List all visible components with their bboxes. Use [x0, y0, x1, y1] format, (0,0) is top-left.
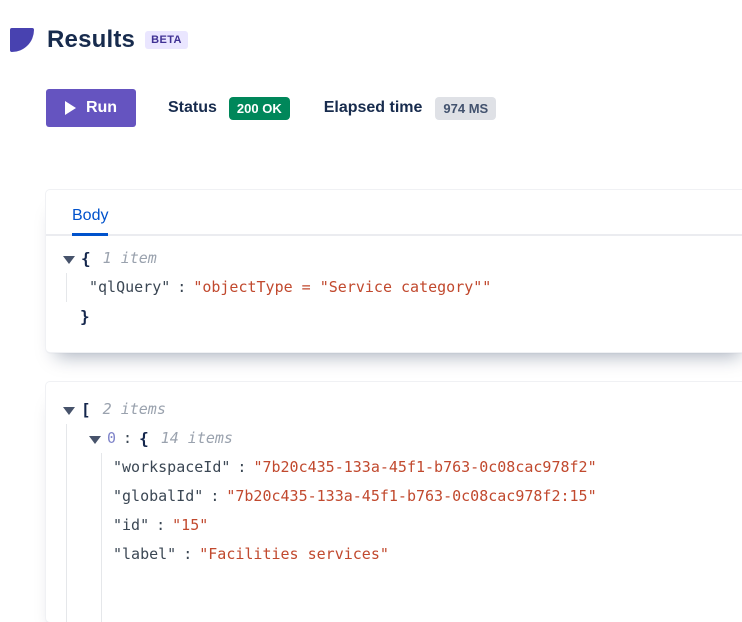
tab-body[interactable]: Body	[72, 207, 108, 236]
array-index: 0	[107, 424, 116, 453]
json-row: "workspaceId" : "7b20c435-133a-45f1-b763…	[46, 453, 742, 482]
json-key: "qlQuery"	[89, 273, 170, 302]
item-count: 14 items	[161, 424, 233, 453]
json-key: "label"	[113, 540, 176, 569]
page-title: Results	[47, 26, 135, 54]
json-colon: :	[210, 482, 219, 511]
json-colon: :	[123, 424, 132, 453]
tab-bar: Body	[46, 190, 742, 236]
response-data-card: [ 2 items 0 : { 14 items "workspaceId" :…	[46, 382, 742, 622]
json-root-line: [ 2 items	[46, 395, 742, 424]
indent-guide	[66, 273, 67, 302]
json-value: "7b20c435-133a-45f1-b763-0c08cac978f2:15…	[226, 482, 596, 511]
item-count: 2 items	[103, 395, 166, 424]
elapsed-time-label: Elapsed time	[324, 99, 423, 117]
json-value: "7b20c435-133a-45f1-b763-0c08cac978f2"	[253, 453, 596, 482]
json-value: "15"	[172, 511, 208, 540]
collapse-icon[interactable]	[63, 407, 75, 415]
json-colon: :	[156, 511, 165, 540]
body-json-viewer: { 1 item "qlQuery" : "objectType = "Serv…	[46, 236, 742, 331]
app-logo-icon	[10, 28, 34, 52]
run-button[interactable]: Run	[46, 89, 136, 127]
json-row: "label" : "Facilities services"	[46, 540, 742, 569]
open-bracket: [	[81, 395, 91, 424]
close-brace: }	[80, 302, 90, 331]
item-count: 1 item	[103, 244, 157, 273]
json-row: "globalId" : "7b20c435-133a-45f1-b763-0c…	[46, 482, 742, 511]
json-key: "workspaceId"	[113, 453, 230, 482]
json-colon: :	[183, 540, 192, 569]
status-label: Status	[168, 99, 217, 117]
json-colon: :	[177, 273, 186, 302]
beta-badge: BETA	[145, 31, 188, 49]
collapse-icon[interactable]	[63, 256, 75, 264]
result-json-viewer: [ 2 items 0 : { 14 items "workspaceId" :…	[46, 382, 742, 569]
json-array-item-line: 0 : { 14 items	[46, 424, 742, 453]
json-key: "globalId"	[113, 482, 203, 511]
json-value: "Facilities services"	[199, 540, 389, 569]
json-row: "qlQuery" : "objectType = "Service categ…	[46, 273, 742, 302]
elapsed-time-badge: 974 MS	[435, 97, 496, 120]
json-root-line: { 1 item	[46, 244, 742, 273]
play-icon	[65, 101, 76, 115]
json-close-line: }	[46, 302, 742, 331]
indent-guide	[66, 424, 67, 622]
json-key: "id"	[113, 511, 149, 540]
json-value: "objectType = "Service category""	[193, 273, 491, 302]
json-colon: :	[237, 453, 246, 482]
collapse-icon[interactable]	[89, 436, 101, 444]
open-brace: {	[139, 424, 149, 453]
toolbar: Run Status 200 OK Elapsed time 974 MS	[46, 89, 496, 127]
json-row: "id" : "15"	[46, 511, 742, 540]
page-header: Results BETA	[10, 26, 188, 54]
run-button-label: Run	[86, 99, 117, 117]
indent-guide	[101, 453, 102, 622]
response-body-card: Body { 1 item "qlQuery" : "objectType = …	[46, 190, 742, 352]
status-badge: 200 OK	[229, 97, 290, 120]
open-brace: {	[81, 244, 91, 273]
